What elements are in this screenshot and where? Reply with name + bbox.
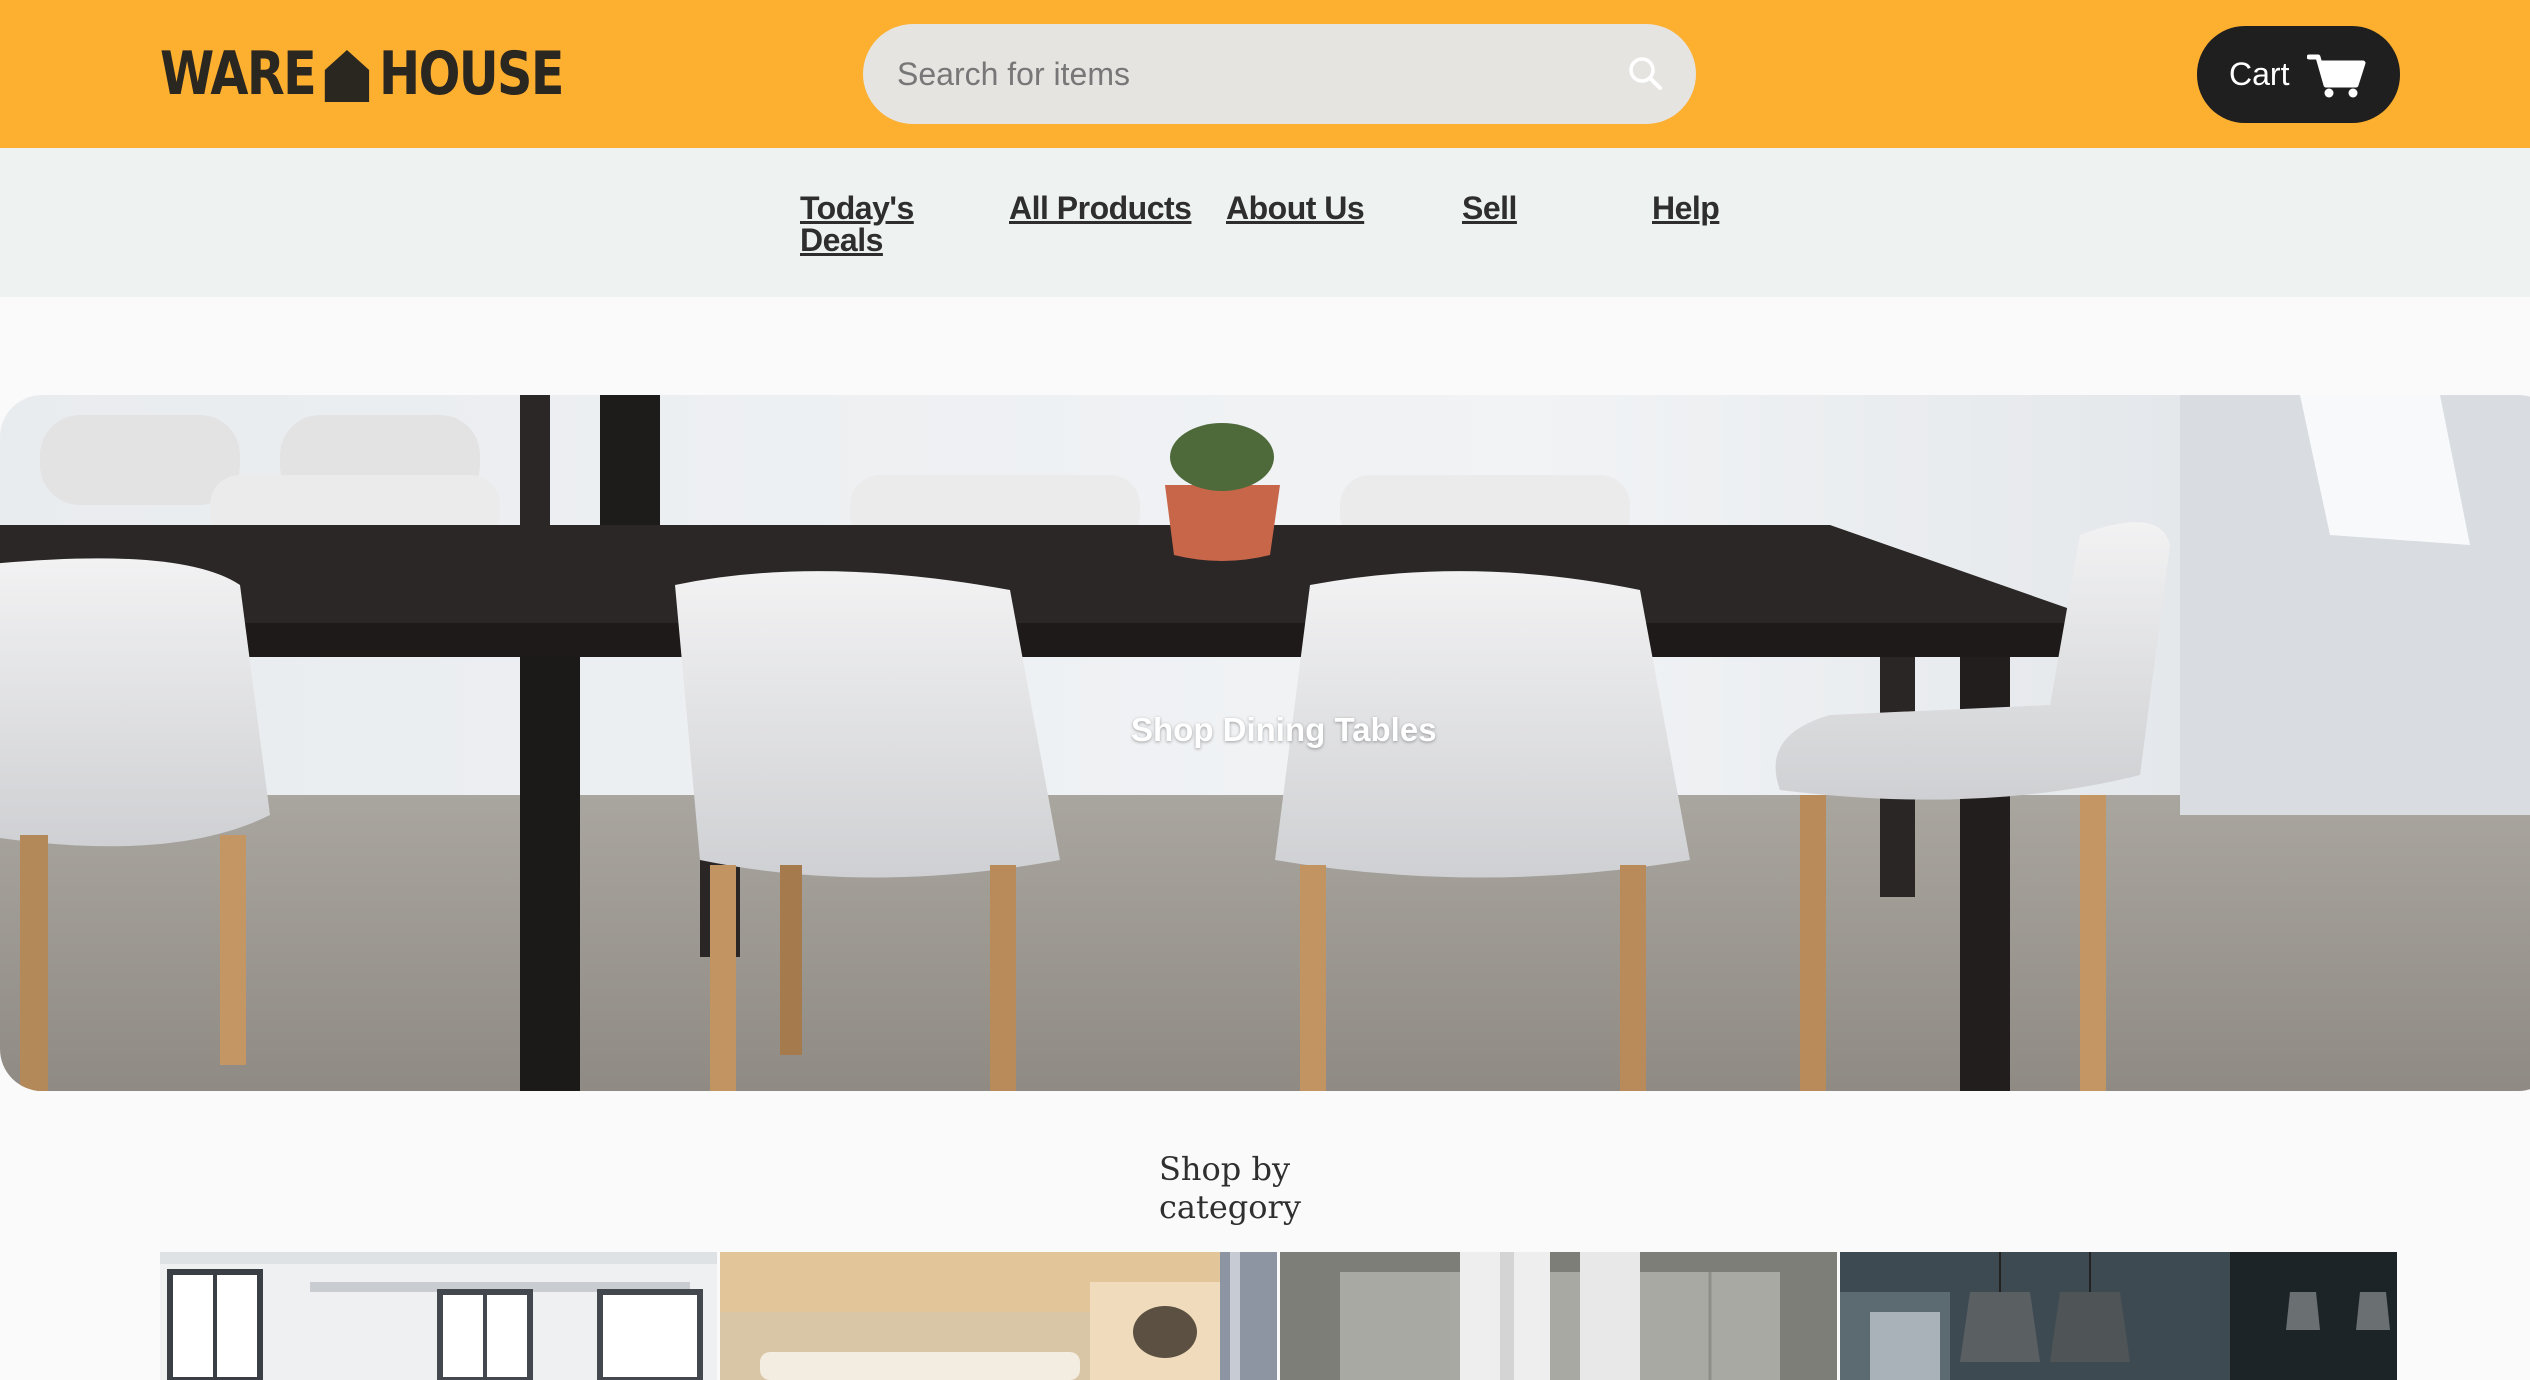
cart-button[interactable]: Cart (2197, 26, 2400, 123)
category-tile-1[interactable] (160, 1252, 717, 1380)
category-tile-3[interactable] (1280, 1252, 1837, 1380)
hero-caption[interactable]: Shop Dining Tables (1131, 711, 1437, 749)
logo-text-right: HOUSE (379, 39, 564, 109)
cart-label: Cart (2229, 56, 2290, 92)
search-bar (863, 24, 1696, 124)
nav-link-todays-deals[interactable]: Today's Deals (800, 192, 940, 256)
category-image-2 (720, 1252, 1277, 1380)
logo-text-left: WARE (160, 39, 317, 109)
search-icon[interactable] (1626, 54, 1666, 94)
hero-banner-dining-tables[interactable]: Shop Dining Tables (0, 395, 2530, 1091)
house-icon (324, 50, 370, 102)
category-image-4 (1840, 1252, 2397, 1380)
nav-link-sell[interactable]: Sell (1462, 192, 1517, 224)
hero-caption-wrap: Shop Dining Tables (0, 395, 2530, 1091)
category-tile-4[interactable] (1840, 1252, 2397, 1380)
warehouse-logo[interactable]: WARE HOUSE (160, 39, 564, 109)
category-tiles (160, 1252, 2399, 1380)
site-header: WARE HOUSE Cart (0, 0, 2530, 148)
nav-link-help[interactable]: Help (1652, 192, 1720, 224)
search-input[interactable] (863, 24, 1626, 124)
nav-link-all-products[interactable]: All Products (1009, 192, 1192, 224)
nav-link-about-us[interactable]: About Us (1226, 192, 1365, 224)
category-image-3 (1280, 1252, 1837, 1380)
category-heading: Shop by category (1159, 1150, 1301, 1226)
main-nav: Today's Deals All Products About Us Sell… (0, 148, 2530, 297)
cart-icon (2307, 54, 2366, 97)
category-tile-2[interactable] (720, 1252, 1277, 1380)
category-image-1 (160, 1252, 717, 1380)
